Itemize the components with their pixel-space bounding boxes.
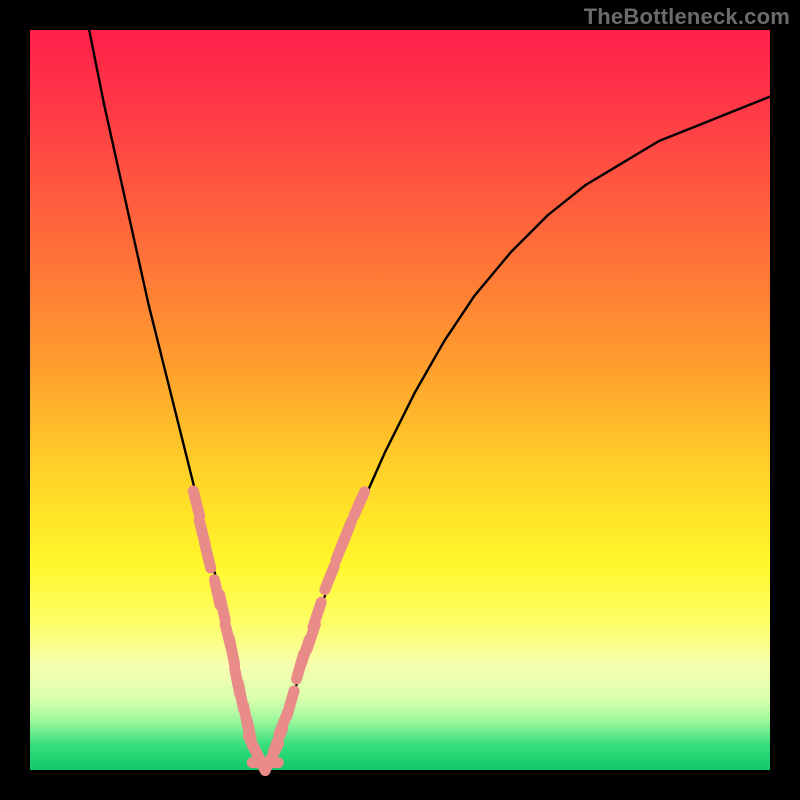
bottleneck-curve <box>89 30 770 763</box>
curve-marker <box>354 492 365 516</box>
chart-svg <box>0 0 800 800</box>
curve-marker <box>204 543 210 568</box>
outer-frame: TheBottleneck.com <box>0 0 800 800</box>
curve-marker <box>220 595 226 620</box>
curve-marker <box>325 566 335 590</box>
curve-marker <box>342 521 352 545</box>
curve-marker <box>229 639 234 665</box>
curve-marker <box>287 691 294 716</box>
curve-marker <box>193 491 199 516</box>
curve-marker <box>313 602 321 627</box>
